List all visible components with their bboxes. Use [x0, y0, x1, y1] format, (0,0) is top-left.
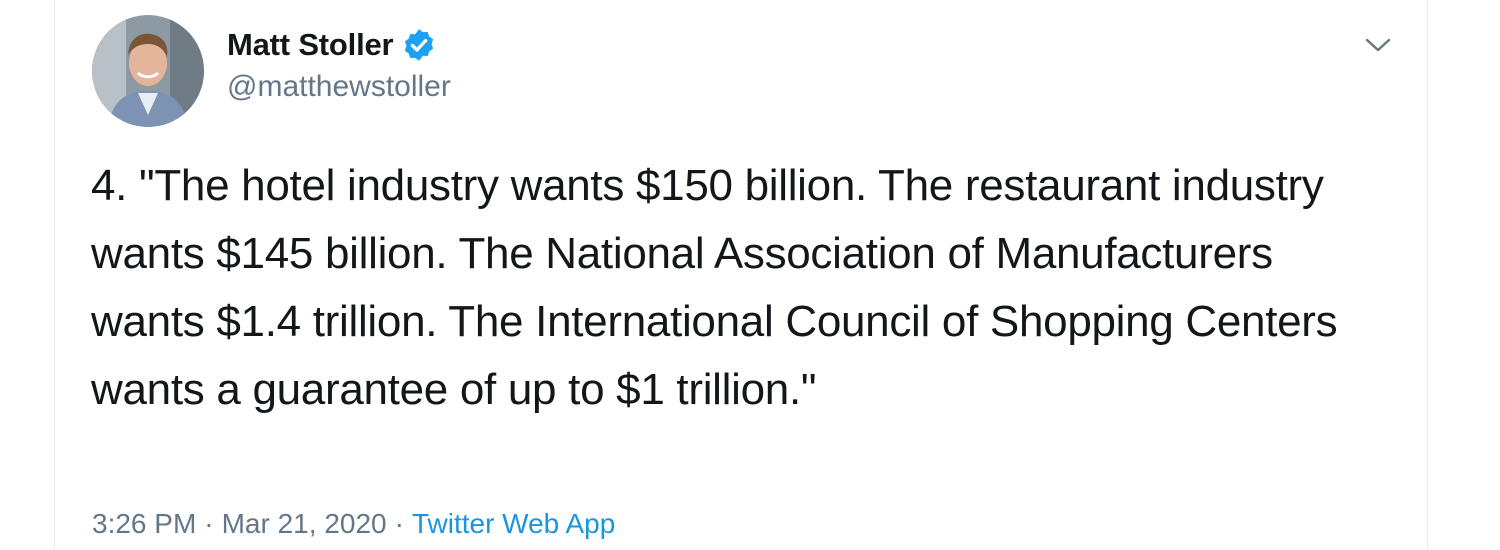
tweet-author: Matt Stoller @matthewstoller	[227, 22, 451, 104]
avatar[interactable]	[92, 15, 204, 127]
meta-separator: ·	[204, 508, 214, 539]
author-name-row: Matt Stoller	[227, 22, 451, 68]
tweet-card: Matt Stoller @matthewstoller 4. "The hot…	[54, 0, 1428, 550]
tweet-meta: 3:26 PM · Mar 21, 2020 · Twitter Web App	[92, 508, 615, 540]
chevron-down-icon[interactable]	[1363, 30, 1393, 60]
avatar-photo-icon	[92, 15, 204, 127]
tweet-time[interactable]: 3:26 PM	[92, 508, 196, 539]
tweet-date[interactable]: Mar 21, 2020	[222, 508, 387, 539]
tweet-text: 4. "The hotel industry wants $150 billio…	[91, 161, 1338, 414]
meta-separator: ·	[394, 508, 404, 539]
tweet-source-link[interactable]: Twitter Web App	[412, 508, 615, 539]
author-name[interactable]: Matt Stoller	[227, 27, 394, 63]
author-handle[interactable]: @matthewstoller	[227, 70, 451, 104]
verified-badge-icon	[401, 27, 437, 63]
